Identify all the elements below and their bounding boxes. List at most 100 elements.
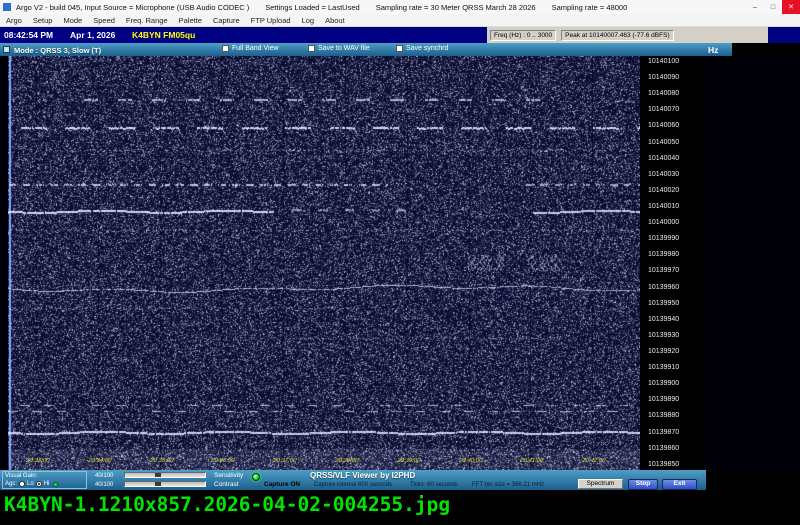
title-segment-samplerate: Sampling rate = 48000 — [552, 3, 628, 12]
freq-label: 10140090 — [642, 74, 706, 81]
menu-item-ftp-upload[interactable]: FTP Upload — [251, 16, 291, 25]
menu-item-setup[interactable]: Setup — [33, 16, 53, 25]
menu-item-freq-range[interactable]: Freq. Range — [126, 16, 168, 25]
spectrum-button[interactable]: Spectrum — [578, 479, 623, 489]
clock-time: 08:42:54 PM — [4, 30, 53, 40]
save-wav-checkbox[interactable]: Save to WAV file — [308, 45, 370, 52]
agc-lo-label: Lo — [27, 481, 34, 489]
sensitivity-slider-thumb[interactable] — [155, 473, 161, 477]
title-segment-settings: Settings Loaded = LastUsed — [265, 3, 359, 12]
contrast-slider-thumb[interactable] — [155, 482, 161, 486]
freq-scale: 10140100 10140090 10140080 10140070 10140060… — [642, 56, 706, 470]
caption-area: K4BYN-1.1210x857.2026-04-02-004255.jpg — [0, 490, 800, 525]
freq-label: 10139910 — [642, 364, 706, 371]
exit-button[interactable]: Exit — [662, 479, 697, 490]
menu-item-speed[interactable]: Speed — [93, 16, 115, 25]
agc-label: Agc: — [5, 481, 17, 489]
contrast-label: Contrast — [214, 481, 239, 488]
freq-label: 10139980 — [642, 251, 706, 258]
close-icon[interactable]: ✕ — [782, 0, 800, 14]
checkbox-label: Save to WAV file — [318, 45, 370, 52]
menu-item-about[interactable]: About — [325, 16, 345, 25]
menu-item-log[interactable]: Log — [302, 16, 315, 25]
time-tick-label: 20:41:00 — [520, 458, 544, 464]
checkbox-icon — [308, 45, 315, 52]
contrast-value: 40/100 — [95, 482, 113, 488]
info-bar: 08:42:54 PM Apr 1, 2026 K4BYN FM05qu Fre… — [0, 27, 800, 43]
window-controls: – □ ✕ — [746, 0, 800, 14]
minimize-icon[interactable]: – — [746, 0, 764, 14]
maximize-icon[interactable]: □ — [764, 0, 782, 14]
ticks-label: Ticks: 60 seconds — [410, 482, 458, 488]
waterfall-display — [8, 56, 640, 470]
title-bar: Argo V2 - build 045, Input Source = Micr… — [0, 0, 800, 14]
agc-hi-label: Hi — [44, 481, 50, 489]
visual-gain-panel: Visual Gain: Agc: Lo Hi — [2, 471, 87, 489]
freq-label: 10139860 — [642, 445, 706, 452]
fft-bin-label: FFT bin size = 366.21 mHz — [472, 482, 544, 488]
menu-item-palette[interactable]: Palette — [179, 16, 202, 25]
mode-bar: Mode : QRSS 3, Slow (T) Full Band View S… — [0, 43, 732, 56]
capture-on-label: Capture ON — [264, 481, 300, 488]
freq-label: 10139960 — [642, 284, 706, 291]
app-icon — [3, 3, 11, 11]
menu-bar: Argo Setup Mode Speed Freq. Range Palette Capt… — [0, 14, 800, 27]
callsign-label: K4BYN FM05qu — [132, 30, 195, 40]
contrast-slider[interactable] — [124, 481, 206, 487]
freq-label: 10140070 — [642, 106, 706, 113]
image-caption: K4BYN-1.1210x857.2026-04-02-004255.jpg — [4, 493, 450, 516]
menu-item-capture[interactable]: Capture — [213, 16, 240, 25]
time-tick-label: 20:40:00 — [458, 458, 482, 464]
sensitivity-slider[interactable] — [124, 472, 206, 478]
agc-lo-radio[interactable] — [19, 481, 25, 487]
info-panel: Freq (Hz) : 0 .. 3000 Peak at 10140007.4… — [487, 27, 768, 43]
freq-label: 10139970 — [642, 267, 706, 274]
save-synchrd-checkbox[interactable]: Save synchrd — [396, 45, 448, 52]
full-band-view-checkbox[interactable]: Full Band View — [222, 45, 279, 52]
freq-label: 10140050 — [642, 139, 706, 146]
agc-led-icon — [53, 482, 58, 487]
menu-item-mode[interactable]: Mode — [63, 16, 82, 25]
control-bar: Visual Gain: Agc: Lo Hi 40/100 Sensitivi… — [0, 470, 706, 490]
capture-led-icon — [252, 473, 260, 481]
checkbox-label: Save synchrd — [406, 45, 448, 52]
freq-label: 10140000 — [642, 219, 706, 226]
freq-label: 10140100 — [642, 58, 706, 65]
viewer-title: QRSS/VLF Viewer by I2PHD — [310, 471, 415, 480]
sensitivity-label: Sensitivity — [214, 472, 243, 479]
peak-field: Peak at 10140007.463 (-77.6 dBFS) — [561, 30, 673, 41]
freq-label: 10139920 — [642, 348, 706, 355]
capture-interval-label: Capture interval 600 seconds — [314, 482, 392, 488]
freq-label: 10139950 — [642, 300, 706, 307]
freq-range-field: Freq (Hz) : 0 .. 3000 — [490, 30, 556, 41]
time-tick-label: 20:33:00 — [26, 458, 50, 464]
time-tick-label: 20:42:00 — [582, 458, 606, 464]
freq-label: 10139900 — [642, 380, 706, 387]
agc-row: Agc: Lo Hi — [5, 481, 84, 489]
agc-hi-radio[interactable] — [36, 481, 42, 487]
freq-label: 10139850 — [642, 461, 706, 468]
time-tick-label: 20:36:00 — [211, 458, 235, 464]
freq-label: 10139870 — [642, 429, 706, 436]
freq-label: 10139990 — [642, 235, 706, 242]
time-tick-label: 20:34:00 — [87, 458, 111, 464]
menu-item-argo[interactable]: Argo — [6, 16, 22, 25]
title-segment-band: Sampling rate = 30 Meter QRSS March 28 2… — [376, 3, 536, 12]
screenshot-stage: Argo V2 - build 045, Input Source = Micr… — [0, 0, 800, 525]
freq-label: 10140040 — [642, 155, 706, 162]
time-tick-label: 20:35:00 — [149, 458, 173, 464]
time-tick-label: 20:37:00 — [273, 458, 297, 464]
freq-label: 10140030 — [642, 171, 706, 178]
stop-button[interactable]: Stop — [628, 479, 658, 490]
freq-label: 10140080 — [642, 90, 706, 97]
clock-date: Apr 1, 2026 — [70, 30, 115, 40]
mode-icon — [3, 46, 10, 53]
hz-unit-label: Hz — [708, 45, 718, 55]
checkbox-icon — [222, 45, 229, 52]
time-tick-label: 20:39:00 — [396, 458, 420, 464]
freq-label: 10139940 — [642, 316, 706, 323]
freq-label: 10140020 — [642, 187, 706, 194]
visual-gain-label: Visual Gain: — [5, 473, 84, 481]
waterfall-area: 20:33:00 20:34:00 20:35:00 20:36:00 20:37:00… — [0, 56, 800, 470]
checkbox-label: Full Band View — [232, 45, 279, 52]
